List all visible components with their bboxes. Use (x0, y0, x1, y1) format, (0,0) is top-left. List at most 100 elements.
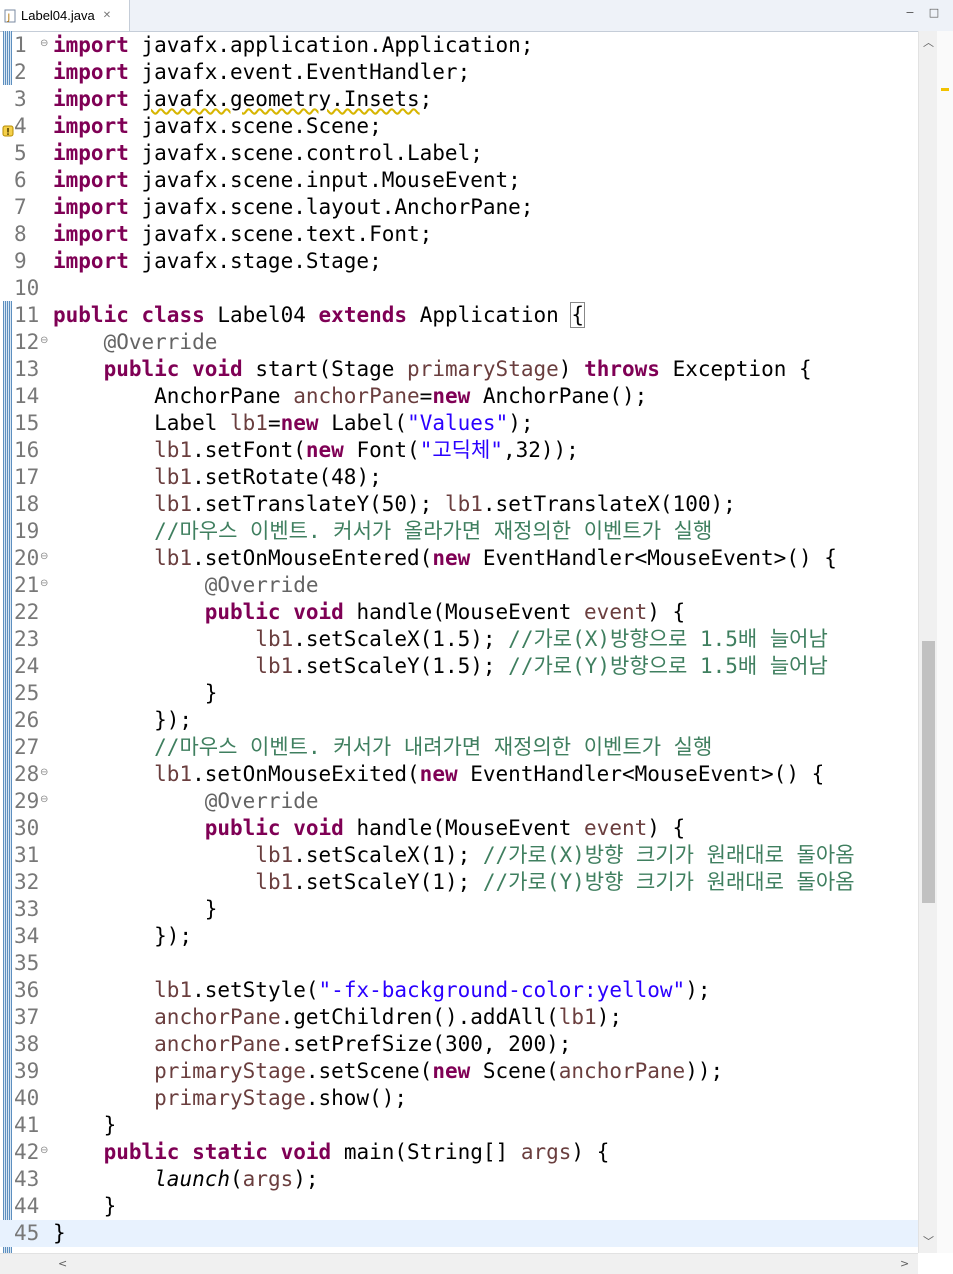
fold-toggle-icon[interactable]: ⊖ (40, 39, 48, 49)
tab-close-icon[interactable]: ✕ (103, 10, 111, 21)
scroll-down-icon[interactable]: ﹀ (919, 1233, 938, 1249)
code-text[interactable]: lb1.setScaleY(1); //가로(Y)방향 크기가 원래대로 돌아옴 (53, 869, 854, 896)
code-text[interactable]: import javafx.scene.text.Font; (53, 221, 432, 248)
code-line[interactable]: 36 lb1.setStyle("-fx-background-color:ye… (0, 977, 918, 1004)
code-line[interactable]: 24 lb1.setScaleY(1.5); //가로(Y)방향으로 1.5배 … (0, 653, 918, 680)
code-line[interactable]: 12 ⊖ @Override (0, 329, 918, 356)
scroll-right-icon[interactable]: > (900, 1257, 909, 1270)
code-line[interactable]: 15 Label lb1=new Label("Values"); (0, 410, 918, 437)
code-text[interactable]: lb1.setOnMouseEntered(new EventHandler<M… (53, 545, 837, 572)
code-text[interactable]: AnchorPane anchorPane=new AnchorPane(); (53, 383, 647, 410)
code-text[interactable]: lb1.setTranslateY(50); lb1.setTranslateX… (53, 491, 736, 518)
code-text[interactable]: Label lb1=new Label("Values"); (53, 410, 533, 437)
code-line[interactable]: 29 ⊖ @Override (0, 788, 918, 815)
code-text[interactable]: import javafx.application.Application; (53, 32, 533, 59)
code-line[interactable]: 20 ⊖ lb1.setOnMouseEntered(new EventHandl… (0, 545, 918, 572)
code-text[interactable]: }); (53, 923, 192, 950)
code-text[interactable]: import javafx.geometry.Insets; (53, 86, 432, 113)
code-line[interactable]: 7 import javafx.scene.layout.AnchorPane; (0, 194, 918, 221)
code-line[interactable]: 9 import javafx.stage.Stage; (0, 248, 918, 275)
fold-toggle-icon[interactable]: ⊖ (40, 795, 48, 805)
code-text[interactable]: } (53, 1193, 117, 1220)
code-line[interactable]: 30 public void handle(MouseEvent event) … (0, 815, 918, 842)
code-text[interactable]: } (53, 680, 218, 707)
code-text[interactable]: @Override (53, 788, 319, 815)
code-text[interactable]: primaryStage.show(); (53, 1085, 407, 1112)
code-text[interactable]: //마우스 이벤트. 커서가 내려가면 재정의한 이벤트가 실행 (53, 734, 712, 761)
code-text[interactable]: import javafx.scene.Scene; (53, 113, 382, 140)
code-line[interactable]: 42 ⊖ public static void main(String[] arg… (0, 1139, 918, 1166)
code-line[interactable]: 13 public void start(Stage primaryStage)… (0, 356, 918, 383)
code-text[interactable]: public void handle(MouseEvent event) { (53, 815, 685, 842)
code-line[interactable]: 31 lb1.setScaleX(1); //가로(X)방향 크기가 원래대로 … (0, 842, 918, 869)
code-line[interactable]: 21 ⊖ @Override (0, 572, 918, 599)
horizontal-scrollbar[interactable]: < > (0, 1253, 918, 1274)
code-line[interactable]: 39 primaryStage.setScene(new Scene(ancho… (0, 1058, 918, 1085)
code-line[interactable]: 45} (0, 1220, 918, 1247)
fold-toggle-icon[interactable]: ⊖ (40, 768, 48, 778)
code-text[interactable]: @Override (53, 329, 218, 356)
code-text[interactable]: }); (53, 707, 192, 734)
code-text[interactable]: } (53, 1220, 66, 1247)
code-line[interactable]: 25 } (0, 680, 918, 707)
code-text[interactable]: import javafx.event.EventHandler; (53, 59, 470, 86)
code-line[interactable]: 8 import javafx.scene.text.Font; (0, 221, 918, 248)
code-text[interactable]: import javafx.stage.Stage; (53, 248, 382, 275)
code-line[interactable]: 10 (0, 275, 918, 302)
code-text[interactable]: lb1.setOnMouseExited(new EventHandler<Mo… (53, 761, 824, 788)
fold-toggle-icon[interactable]: ⊖ (40, 579, 48, 589)
code-text[interactable]: //마우스 이벤트. 커서가 올라가면 재정의한 이벤트가 실행 (53, 518, 712, 545)
code-text[interactable]: public void handle(MouseEvent event) { (53, 599, 685, 626)
code-text[interactable]: launch(args); (53, 1166, 318, 1193)
code-text[interactable]: import javafx.scene.input.MouseEvent; (53, 167, 521, 194)
scroll-thumb[interactable] (922, 641, 935, 903)
code-line[interactable]: 35 (0, 950, 918, 977)
code-text[interactable]: lb1.setFont(new Font("고딕체",32)); (53, 437, 579, 464)
vertical-scrollbar[interactable]: ︿ ﹀ (918, 31, 938, 1253)
code-line[interactable]: 16 lb1.setFont(new Font("고딕체",32)); (0, 437, 918, 464)
code-line[interactable]: 28 ⊖ lb1.setOnMouseExited(new EventHandle… (0, 761, 918, 788)
code-text[interactable]: } (53, 896, 218, 923)
code-line[interactable]: 5 import javafx.scene.control.Label; (0, 140, 918, 167)
code-text[interactable]: lb1.setRotate(48); (53, 464, 382, 491)
fold-toggle-icon[interactable]: ⊖ (40, 1146, 48, 1156)
code-line[interactable]: 6 import javafx.scene.input.MouseEvent; (0, 167, 918, 194)
code-line[interactable]: 27 //마우스 이벤트. 커서가 내려가면 재정의한 이벤트가 실행 (0, 734, 918, 761)
code-line[interactable]: 26 }); (0, 707, 918, 734)
fold-toggle-icon[interactable]: ⊖ (40, 552, 48, 562)
code-text[interactable]: import javafx.scene.control.Label; (53, 140, 483, 167)
fold-toggle-icon[interactable]: ⊖ (40, 336, 48, 346)
code-line[interactable]: 19 //마우스 이벤트. 커서가 올라가면 재정의한 이벤트가 실행 (0, 518, 918, 545)
code-line[interactable]: 2 import javafx.event.EventHandler; (0, 59, 918, 86)
code-line[interactable]: 38 anchorPane.setPrefSize(300, 200); (0, 1031, 918, 1058)
code-line[interactable]: 11 public class Label04 extends Applicati… (0, 302, 918, 329)
code-line[interactable]: 22 public void handle(MouseEvent event) … (0, 599, 918, 626)
code-text[interactable]: lb1.setScaleY(1.5); //가로(Y)방향으로 1.5배 늘어남 (53, 653, 828, 680)
code-line[interactable]: 33 } (0, 896, 918, 923)
code-line[interactable]: 17 lb1.setRotate(48); (0, 464, 918, 491)
code-text[interactable]: anchorPane.setPrefSize(300, 200); (53, 1031, 571, 1058)
scroll-left-icon[interactable]: < (58, 1257, 67, 1270)
code-line[interactable]: 18 lb1.setTranslateY(50); lb1.setTransla… (0, 491, 918, 518)
code-line[interactable]: 32 lb1.setScaleY(1); //가로(Y)방향 크기가 원래대로 … (0, 869, 918, 896)
code-text[interactable]: anchorPane.getChildren().addAll(lb1); (53, 1004, 622, 1031)
code-line[interactable]: 37 anchorPane.getChildren().addAll(lb1); (0, 1004, 918, 1031)
code-text[interactable]: lb1.setScaleX(1.5); //가로(X)방향으로 1.5배 늘어남 (53, 626, 828, 653)
code-line[interactable]: 1 ⊖ import javafx.application.Application; (0, 32, 918, 59)
code-line[interactable]: 44 } (0, 1193, 918, 1220)
code-line[interactable]: 41 } (0, 1112, 918, 1139)
code-text[interactable]: public static void main(String[] args) { (53, 1139, 610, 1166)
code-line[interactable]: 3 import javafx.geometry.Insets; (0, 86, 918, 113)
maximize-icon[interactable]: □ (927, 6, 941, 20)
code-text[interactable]: @Override (53, 572, 319, 599)
code-line[interactable]: 43 launch(args); (0, 1166, 918, 1193)
code-text[interactable]: lb1.setScaleX(1); //가로(X)방향 크기가 원래대로 돌아옴 (53, 842, 854, 869)
tab-label04-java[interactable]: J Label04.java ✕ (0, 0, 130, 31)
code-text[interactable]: public void start(Stage primaryStage) th… (53, 356, 812, 383)
code-line[interactable]: 23 lb1.setScaleX(1.5); //가로(X)방향으로 1.5배 … (0, 626, 918, 653)
code-line[interactable]: 40 primaryStage.show(); (0, 1085, 918, 1112)
warning-marker[interactable] (941, 88, 949, 91)
scroll-up-icon[interactable]: ︿ (919, 34, 938, 50)
code-text[interactable]: import javafx.scene.layout.AnchorPane; (53, 194, 533, 221)
code-line[interactable]: 34 }); (0, 923, 918, 950)
